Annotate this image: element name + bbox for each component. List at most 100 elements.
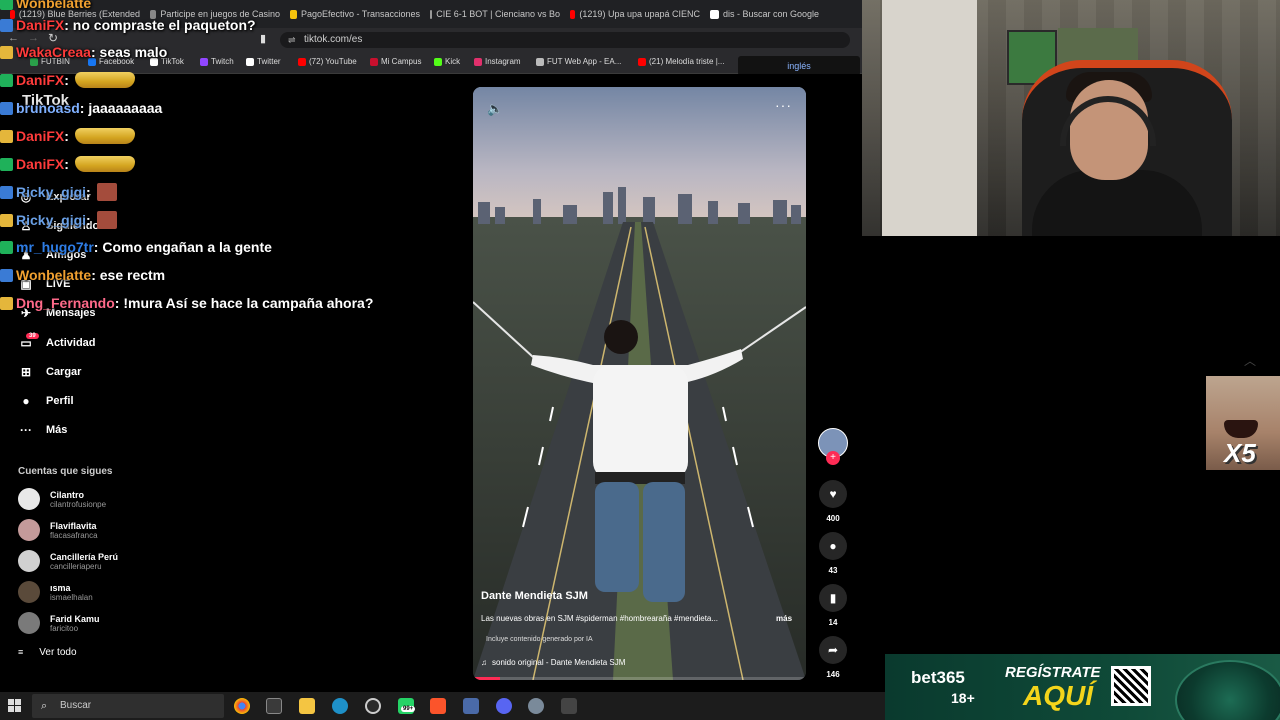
chat-message: DaniFX:: [0, 153, 135, 175]
app-icon-3[interactable]: [561, 698, 577, 714]
sidebar-item-cargar[interactable]: ⊞ Cargar: [18, 365, 82, 379]
chat-badge-icon: [0, 296, 13, 310]
bookmark-item[interactable]: (21) Melodía triste |...: [638, 57, 724, 66]
bookmark-label: Instagram: [485, 57, 521, 66]
share-action[interactable]: ➦ 146: [816, 636, 850, 679]
followed-account[interactable]: ısma ismaelhalan: [18, 581, 93, 603]
avatar: [18, 519, 40, 541]
chat-username: DaniFX: [16, 17, 65, 33]
account-name: ısma: [50, 582, 71, 593]
mute-icon[interactable]: 🔈: [487, 101, 503, 117]
account-info: ısma ismaelhalan: [50, 583, 93, 602]
comment-icon[interactable]: ●: [819, 532, 847, 560]
upload-icon: ⊞: [20, 365, 32, 379]
chat-text: :: [86, 184, 91, 200]
bookmark-item[interactable]: FUT Web App - EA...: [536, 57, 621, 66]
account-handle: cancilleriaperu: [50, 561, 102, 571]
language-selector[interactable]: inglés: [738, 56, 860, 76]
music-note-icon: ♫: [481, 658, 487, 667]
sponsor-banner[interactable]: bet365 18+ REGÍSTRATE AQUÍ: [885, 654, 1280, 720]
app-icon-1[interactable]: [463, 698, 479, 714]
edge-icon[interactable]: [332, 698, 348, 714]
account-name: Cancillería Perú: [50, 551, 119, 562]
video-progress-fill: [473, 677, 500, 680]
chat-message: Wonbelatte: [0, 0, 91, 14]
taskbar-search-input[interactable]: ⌕ Buscar: [32, 694, 224, 718]
chat-message: Ricky_gigi:: [0, 209, 117, 231]
chat-username: Ricky_gigi: [16, 184, 87, 200]
chrome-icon[interactable]: [234, 698, 250, 714]
chat-username: WakaCreaa: [16, 44, 91, 60]
chat-badge-icon: [0, 240, 13, 254]
chat-message: Dng_Fernando: !mura Así se hace la campa…: [0, 292, 373, 314]
chat-username: mr_hugo7tr: [16, 239, 94, 255]
tab-label: (1219) Upa upa upapá CIENC: [579, 9, 700, 19]
sidebar-item-label: Más: [46, 424, 68, 436]
video-player[interactable]: 🔈 ··· Dante Mendieta SJM Las nuevas obra…: [473, 87, 806, 680]
chat-text: : no compraste el paqueton?: [64, 17, 256, 33]
search-icon: ⌕: [41, 700, 48, 712]
chat-text: : ese rectm: [91, 267, 166, 283]
sidebar-item-label: Actividad: [46, 337, 96, 349]
chat-badge-icon: [0, 213, 13, 227]
share-icon[interactable]: ➦: [819, 636, 847, 664]
activity-badge: 39: [26, 333, 39, 339]
chat-badge-icon: [0, 73, 13, 87]
chat-emote: [74, 156, 135, 172]
account-name: Farid Kamu: [50, 613, 100, 624]
description-more-link[interactable]: más: [776, 614, 792, 623]
chat-message: Wonbelatte: ese rectm: [0, 264, 165, 286]
sound-link[interactable]: ♫ sonido original - Dante Mendieta SJM: [481, 658, 625, 667]
account-name: Flaviflavita: [50, 520, 97, 531]
browser-tab[interactable]: dis - Buscar con Google: [710, 4, 850, 24]
chat-message: WakaCreaa: seas malo: [0, 41, 167, 63]
brave-icon[interactable]: [430, 698, 446, 714]
sidebar-item-perfil[interactable]: ● Perfil: [18, 394, 73, 408]
bookmark-item[interactable]: Instagram: [474, 57, 521, 66]
sidebar-item-ms[interactable]: ··· Más: [18, 423, 67, 437]
avatar: [18, 488, 40, 510]
followed-account[interactable]: Farid Kamu faricitoo: [18, 612, 100, 634]
account-info: Cancillería Perú cancilleriaperu: [50, 552, 118, 571]
bookmark-favicon-icon: [536, 57, 544, 66]
video-progress-bar[interactable]: [473, 677, 806, 680]
like-action[interactable]: ♥ 400: [816, 480, 850, 523]
video-author[interactable]: Dante Mendieta SJM: [481, 590, 588, 602]
chat-emote: [74, 128, 135, 144]
profile-icon: ●: [22, 394, 30, 408]
store-icon[interactable]: [266, 698, 282, 714]
chat-emote: [74, 72, 135, 88]
chat-username: Ricky_gigi: [16, 212, 87, 228]
stream-chat-overlay: Wonbelatte DaniFX: no compraste el paquet…: [0, 0, 470, 320]
chat-username: DaniFX: [16, 128, 65, 144]
follow-plus-icon[interactable]: +: [826, 451, 840, 465]
chat-emote: [96, 211, 117, 229]
taskbar-search-placeholder: Buscar: [60, 700, 92, 711]
avatar: [18, 612, 40, 634]
browser-tab[interactable]: (1219) Upa upa upapá CIENC: [570, 4, 700, 24]
windows-taskbar: ⌕ Buscar 99+: [0, 692, 885, 720]
share-count: 146: [826, 670, 840, 679]
more-icon: ···: [20, 423, 32, 437]
account-handle: faricitoo: [50, 623, 79, 633]
bookmark-save-icon[interactable]: ▮: [819, 584, 847, 612]
followed-account[interactable]: Flaviflavita flacasafranca: [18, 519, 98, 541]
roulette-wheel: [1175, 660, 1280, 720]
chevron-up-icon[interactable]: ︿: [1240, 352, 1260, 372]
qr-code: [1111, 666, 1151, 706]
followed-account[interactable]: Cancillería Perú cancilleriaperu: [18, 550, 118, 572]
chat-username: Dng_Fernando: [16, 295, 115, 311]
more-options-icon[interactable]: ···: [775, 97, 792, 113]
comment-action[interactable]: ● 43: [816, 532, 850, 575]
app-icon-2[interactable]: [528, 698, 544, 714]
save-action[interactable]: ▮ 14: [816, 584, 850, 627]
followed-account[interactable]: Cilantro cilantrofusionpe: [18, 488, 106, 510]
obs-icon[interactable]: [365, 698, 381, 714]
see-all-link[interactable]: ≡ Ver todo: [18, 647, 77, 658]
ad-cta-top: REGÍSTRATE: [1005, 664, 1101, 681]
discord-icon[interactable]: [496, 698, 512, 714]
heart-icon[interactable]: ♥: [819, 480, 847, 508]
chat-username: brunoasd: [16, 100, 80, 116]
windows-start-icon[interactable]: [8, 699, 22, 713]
file-explorer-icon[interactable]: [299, 698, 315, 714]
